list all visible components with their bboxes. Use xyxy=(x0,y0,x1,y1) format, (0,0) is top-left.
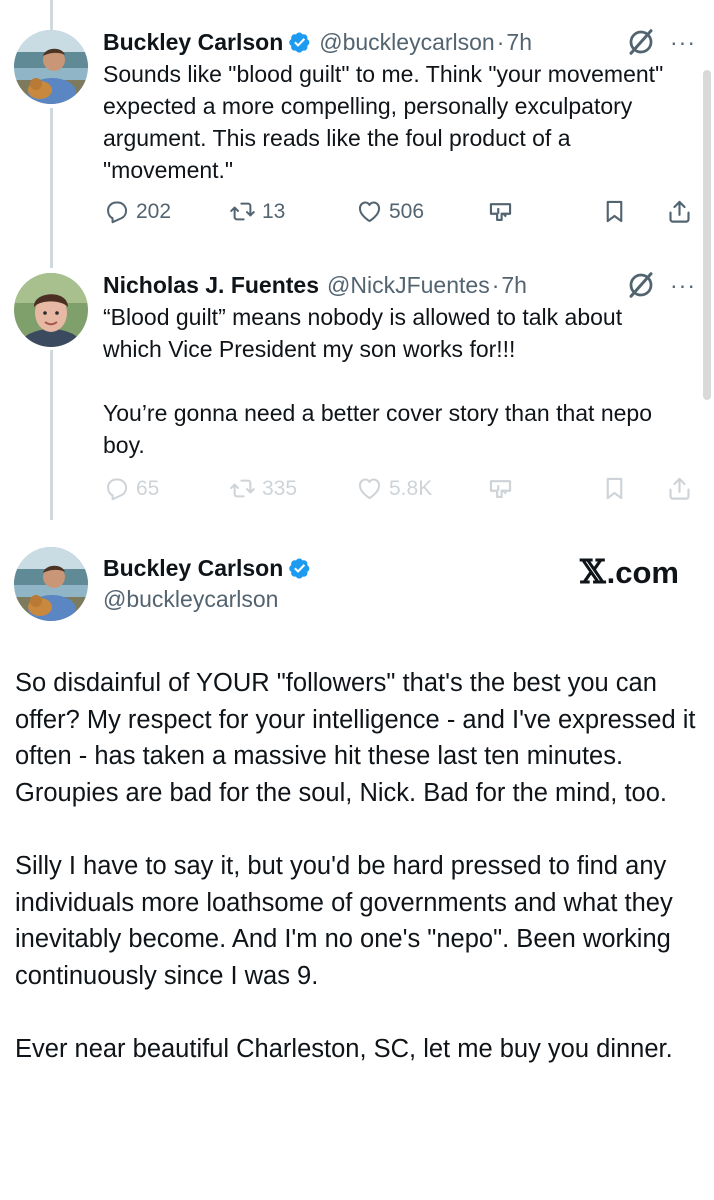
grok-analyze-icon xyxy=(487,475,514,502)
share-button[interactable] xyxy=(666,198,693,225)
bookmark-icon xyxy=(601,198,628,225)
reply-button[interactable]: 65 xyxy=(103,475,159,502)
like-button[interactable]: 5.8K xyxy=(356,475,432,502)
repost-button[interactable]: 13 xyxy=(229,198,285,225)
grok-icon[interactable] xyxy=(626,270,656,300)
card-handle[interactable]: @buckleycarlson xyxy=(103,586,278,613)
reply-icon xyxy=(103,198,130,225)
tweet-header: Nicholas J. Fuentes @NickJFuentes · 7h ·… xyxy=(103,270,696,300)
bookmark-button[interactable] xyxy=(601,475,628,502)
verified-badge-icon xyxy=(288,31,311,54)
tweet-nicholas-fuentes: Nicholas J. Fuentes @NickJFuentes · 7h ·… xyxy=(0,255,714,515)
tweet-text: Sounds like "blood guilt" to me. Think "… xyxy=(103,61,664,183)
tweet-text: “Blood guilt” means nobody is allowed to… xyxy=(103,304,652,458)
separator: · xyxy=(496,28,505,55)
tweet-buckley-carlson: Buckley Carlson @buckleycarlson · 7h ···… xyxy=(0,0,714,250)
more-options-icon[interactable]: ··· xyxy=(670,272,696,299)
grok-icon[interactable] xyxy=(626,27,656,57)
timestamp[interactable]: 7h xyxy=(506,29,532,56)
reply-icon xyxy=(103,475,130,502)
more-options-icon[interactable]: ··· xyxy=(670,29,696,56)
reply-count: 202 xyxy=(136,199,172,223)
display-name[interactable]: Nicholas J. Fuentes xyxy=(103,272,319,299)
handle[interactable]: @NickJFuentes xyxy=(327,272,490,299)
tweet-actions: 65 335 5.8K xyxy=(103,475,695,511)
verified-badge-icon xyxy=(288,557,311,580)
bookmark-icon xyxy=(601,475,628,502)
heart-icon xyxy=(356,198,383,225)
share-icon xyxy=(666,198,693,225)
x-com-logo: 𝕏 .com xyxy=(580,552,679,591)
card-display-name: Buckley Carlson xyxy=(103,555,311,582)
card-post-text: So disdainful of YOUR "followers" that's… xyxy=(15,669,696,1063)
repost-button[interactable]: 335 xyxy=(229,475,297,502)
tweet-header: Buckley Carlson @buckleycarlson · 7h ··· xyxy=(103,27,696,57)
avatar-nicholas-fuentes[interactable] xyxy=(14,273,88,347)
grok-analyze-icon xyxy=(487,198,514,225)
like-count: 506 xyxy=(389,199,425,223)
reply-button[interactable]: 202 xyxy=(103,198,171,225)
repost-icon xyxy=(229,475,256,502)
card-name-text[interactable]: Buckley Carlson xyxy=(103,555,283,582)
grok-analyze-button[interactable] xyxy=(487,198,514,225)
x-logo-icon: 𝕏 xyxy=(580,552,606,591)
avatar-buckley-carlson[interactable] xyxy=(14,30,88,104)
reply-count: 65 xyxy=(136,476,160,500)
heart-icon xyxy=(356,475,383,502)
card-avatar-buckley-carlson[interactable] xyxy=(14,547,88,621)
display-name[interactable]: Buckley Carlson xyxy=(103,29,283,56)
bookmark-button[interactable] xyxy=(601,198,628,225)
tweet-actions: 202 13 506 xyxy=(103,198,695,234)
grok-analyze-button[interactable] xyxy=(487,475,514,502)
repost-icon xyxy=(229,198,256,225)
separator: · xyxy=(491,271,500,298)
repost-count: 335 xyxy=(262,476,298,500)
timestamp[interactable]: 7h xyxy=(501,272,527,299)
share-icon xyxy=(666,475,693,502)
like-button[interactable]: 506 xyxy=(356,198,424,225)
handle[interactable]: @buckleycarlson xyxy=(319,29,494,56)
x-com-text: .com xyxy=(606,555,679,590)
like-count: 5.8K xyxy=(389,476,433,500)
share-button[interactable] xyxy=(666,475,693,502)
repost-count: 13 xyxy=(262,199,286,223)
